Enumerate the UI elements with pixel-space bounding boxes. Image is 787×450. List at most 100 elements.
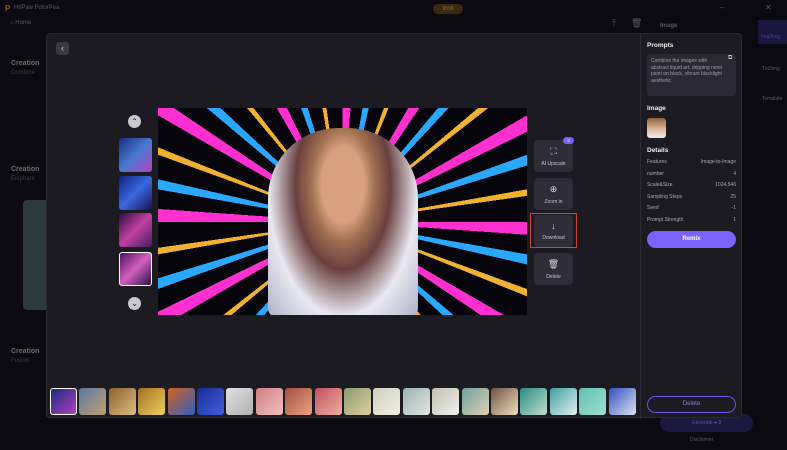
bg-item: Creation Elephant <box>11 158 39 182</box>
strip-thumbnail[interactable] <box>226 388 254 415</box>
detail-key: Seed <box>647 205 659 211</box>
strip-thumbnail[interactable] <box>549 388 577 415</box>
strip-thumbnail[interactable] <box>138 388 166 415</box>
strip-thumbnail[interactable] <box>285 388 313 415</box>
strip-thumbnail[interactable] <box>520 388 548 415</box>
detail-key: number <box>647 170 664 177</box>
bg-header-label: Image <box>660 23 678 29</box>
download-icon: ↓ <box>551 221 556 231</box>
detail-key: Features <box>647 159 667 165</box>
delete-image-button[interactable]: 🗑 Delete <box>534 253 573 285</box>
strip-thumbnail[interactable] <box>255 388 283 415</box>
app-title: HitPaw FotorPea <box>14 5 60 11</box>
thumbnail-selected[interactable] <box>119 252 152 286</box>
home-link[interactable]: ⌂ Home <box>10 20 31 26</box>
strip-thumbnail[interactable] <box>108 388 136 415</box>
bg-item-sub: Elephant <box>11 176 35 182</box>
prompt-text: Combine the images with abstract liquid … <box>651 58 723 84</box>
tab-img2img[interactable]: Img2img <box>758 20 787 44</box>
detail-row: Prompt Strength 1 <box>647 217 736 229</box>
trash-icon: 🗑 <box>547 259 560 269</box>
detail-value: 4 <box>733 170 736 177</box>
home-label: Home <box>15 20 32 26</box>
strip-thumbnail[interactable] <box>402 388 430 415</box>
image-viewer-modal: ‹ ⌃ ⌄ ⛶ AI Upscale 2 ⊕ Zoom in ↓ Download 🗑… <box>46 33 743 419</box>
credits-badge[interactable]: 9596 <box>433 4 463 14</box>
bg-item-title: Creation <box>11 348 40 355</box>
strip-thumbnail[interactable] <box>197 388 224 415</box>
detail-key: Prompt Strength <box>647 216 684 223</box>
strip-thumbnail[interactable] <box>579 388 607 415</box>
bg-item-title: Creation <box>11 60 40 67</box>
download-button[interactable]: ↓ Download <box>534 215 573 247</box>
zoom-in-button[interactable]: ⊕ Zoom in <box>534 178 573 210</box>
prompts-heading: Prompts <box>647 42 674 49</box>
bg-item-sub: Fusion <box>11 358 30 364</box>
zoom-in-icon: ⊕ <box>549 184 558 194</box>
strip-thumbnail[interactable] <box>50 388 77 415</box>
generate-cost: 8 <box>718 420 722 426</box>
remix-button[interactable]: Remix <box>647 231 736 248</box>
tab-label: Img2img <box>761 34 781 40</box>
detail-row: number 4 <box>647 171 736 183</box>
thumbnail[interactable] <box>119 176 152 210</box>
tab-txt2img[interactable]: Txt2img <box>762 66 780 72</box>
detail-row: Sampling Steps 25 <box>647 194 736 206</box>
strip-thumbnail[interactable] <box>608 388 636 415</box>
detail-value: -1 <box>731 205 736 211</box>
portrait-subject <box>268 128 418 315</box>
image-heading: Image <box>647 105 666 112</box>
source-image-thumbnail[interactable] <box>647 118 666 138</box>
detail-key: Sampling Steps <box>647 193 683 200</box>
prompt-box[interactable]: Combine the images with abstract liquid … <box>647 54 736 96</box>
detail-row: Scale&Size 1024,546 <box>647 182 736 194</box>
title-bar: P HitPaw FotorPea 9596 – ✕ <box>0 0 787 20</box>
strip-thumbnail[interactable] <box>373 388 401 415</box>
action-label: AI Upscale <box>541 161 566 167</box>
strip-thumbnail[interactable] <box>79 388 107 415</box>
generate-label: Generate <box>691 420 713 426</box>
delete-button[interactable]: Delete <box>647 396 736 413</box>
ai-upscale-button[interactable]: ⛶ AI Upscale <box>534 140 573 172</box>
strip-thumbnail[interactable] <box>461 388 489 415</box>
credit-badge: 2 <box>563 137 574 144</box>
bg-item-title: Creation <box>11 166 40 173</box>
bg-thumbnail <box>23 200 46 310</box>
upload-icon[interactable]: ⤒ <box>612 18 616 29</box>
details-list: Features Image-to-Image number 4 Scale&Size 1… <box>647 159 736 228</box>
app-logo: P <box>5 4 11 13</box>
detail-value: 1024,546 <box>715 182 736 188</box>
disclaimer-link[interactable]: Disclaimer <box>690 437 713 443</box>
detail-key: Scale&Size <box>647 182 673 188</box>
strip-thumbnail[interactable] <box>314 388 342 415</box>
bg-item-sub: Combine <box>11 70 36 76</box>
detail-row: Features Image-to-Image <box>647 159 736 171</box>
action-label: Zoom in <box>544 199 563 205</box>
tab-template[interactable]: Template <box>762 96 782 102</box>
details-panel: Prompts Combine the images with abstract… <box>640 34 743 419</box>
strip-thumbnail[interactable] <box>491 388 518 415</box>
thumbnail[interactable] <box>119 213 152 247</box>
scroll-down-button[interactable]: ⌄ <box>128 297 141 310</box>
detail-value: 1 <box>733 216 736 223</box>
strip-thumbnail[interactable] <box>167 388 195 415</box>
copy-icon[interactable]: ⧉ <box>728 55 732 62</box>
detail-value: 25 <box>730 193 736 200</box>
scroll-up-button[interactable]: ⌃ <box>128 115 141 128</box>
expand-icon: ⛶ <box>550 146 557 156</box>
details-heading: Details <box>647 147 669 154</box>
bg-item: Creation Combine <box>11 52 39 76</box>
strip-thumbnail[interactable] <box>432 388 460 415</box>
detail-row: Seed -1 <box>647 205 736 217</box>
back-button[interactable]: ‹ <box>56 42 69 55</box>
minimize-button[interactable]: – <box>720 3 724 12</box>
action-label: Delete <box>546 274 561 280</box>
detail-value: Image-to-Image <box>700 159 736 165</box>
close-button[interactable]: ✕ <box>765 3 772 12</box>
strip-thumbnail[interactable] <box>344 388 371 415</box>
action-label: Download <box>542 235 565 241</box>
bg-item: Creation Fusion <box>11 340 39 364</box>
trash-icon[interactable]: 🗑 <box>631 18 642 29</box>
main-image <box>158 108 527 315</box>
thumbnail[interactable] <box>119 138 152 172</box>
